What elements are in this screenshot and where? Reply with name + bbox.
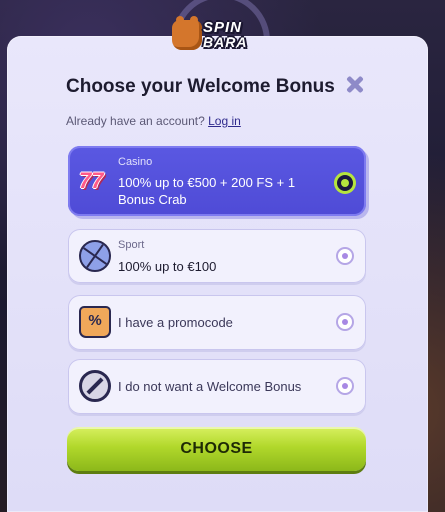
spinbara-logo: SPIN BARA bbox=[172, 16, 266, 52]
radio-button[interactable] bbox=[336, 377, 354, 395]
choose-button[interactable]: CHOOSE bbox=[67, 427, 366, 471]
crab-icon bbox=[172, 16, 202, 50]
close-icon[interactable] bbox=[344, 74, 366, 96]
account-prompt: Already have an account? Log in bbox=[66, 114, 241, 128]
option-casino[interactable]: 77 Casino 100% up to €500 + 200 FS + 1 B… bbox=[68, 146, 366, 216]
modal-title: Choose your Welcome Bonus bbox=[66, 76, 335, 97]
option-text: I have a promocode bbox=[118, 315, 233, 330]
radio-selected[interactable] bbox=[334, 172, 356, 194]
promo-bag-icon: % bbox=[79, 306, 111, 338]
option-text: 100% up to €500 + 200 FS + 1 Bonus Crab bbox=[118, 175, 296, 207]
option-category: Casino bbox=[118, 156, 153, 168]
logo-line-1: SPIN bbox=[203, 19, 243, 36]
no-bonus-icon bbox=[79, 370, 111, 402]
login-link[interactable]: Log in bbox=[208, 114, 241, 128]
option-text: 100% up to €100 bbox=[118, 259, 217, 274]
option-category: Sport bbox=[118, 239, 145, 251]
account-prompt-text: Already have an account? bbox=[66, 114, 205, 128]
radio-button[interactable] bbox=[336, 247, 354, 265]
option-promocode[interactable]: % I have a promocode bbox=[68, 295, 366, 350]
casino-777-icon: 77 bbox=[79, 168, 104, 193]
radio-button[interactable] bbox=[336, 313, 354, 331]
basketball-icon bbox=[79, 240, 111, 272]
option-sport[interactable]: Sport 100% up to €100 bbox=[68, 229, 366, 283]
option-text: I do not want a Welcome Bonus bbox=[118, 379, 302, 394]
option-no-bonus[interactable]: I do not want a Welcome Bonus bbox=[68, 359, 366, 414]
logo-line-2: BARA bbox=[203, 34, 248, 50]
